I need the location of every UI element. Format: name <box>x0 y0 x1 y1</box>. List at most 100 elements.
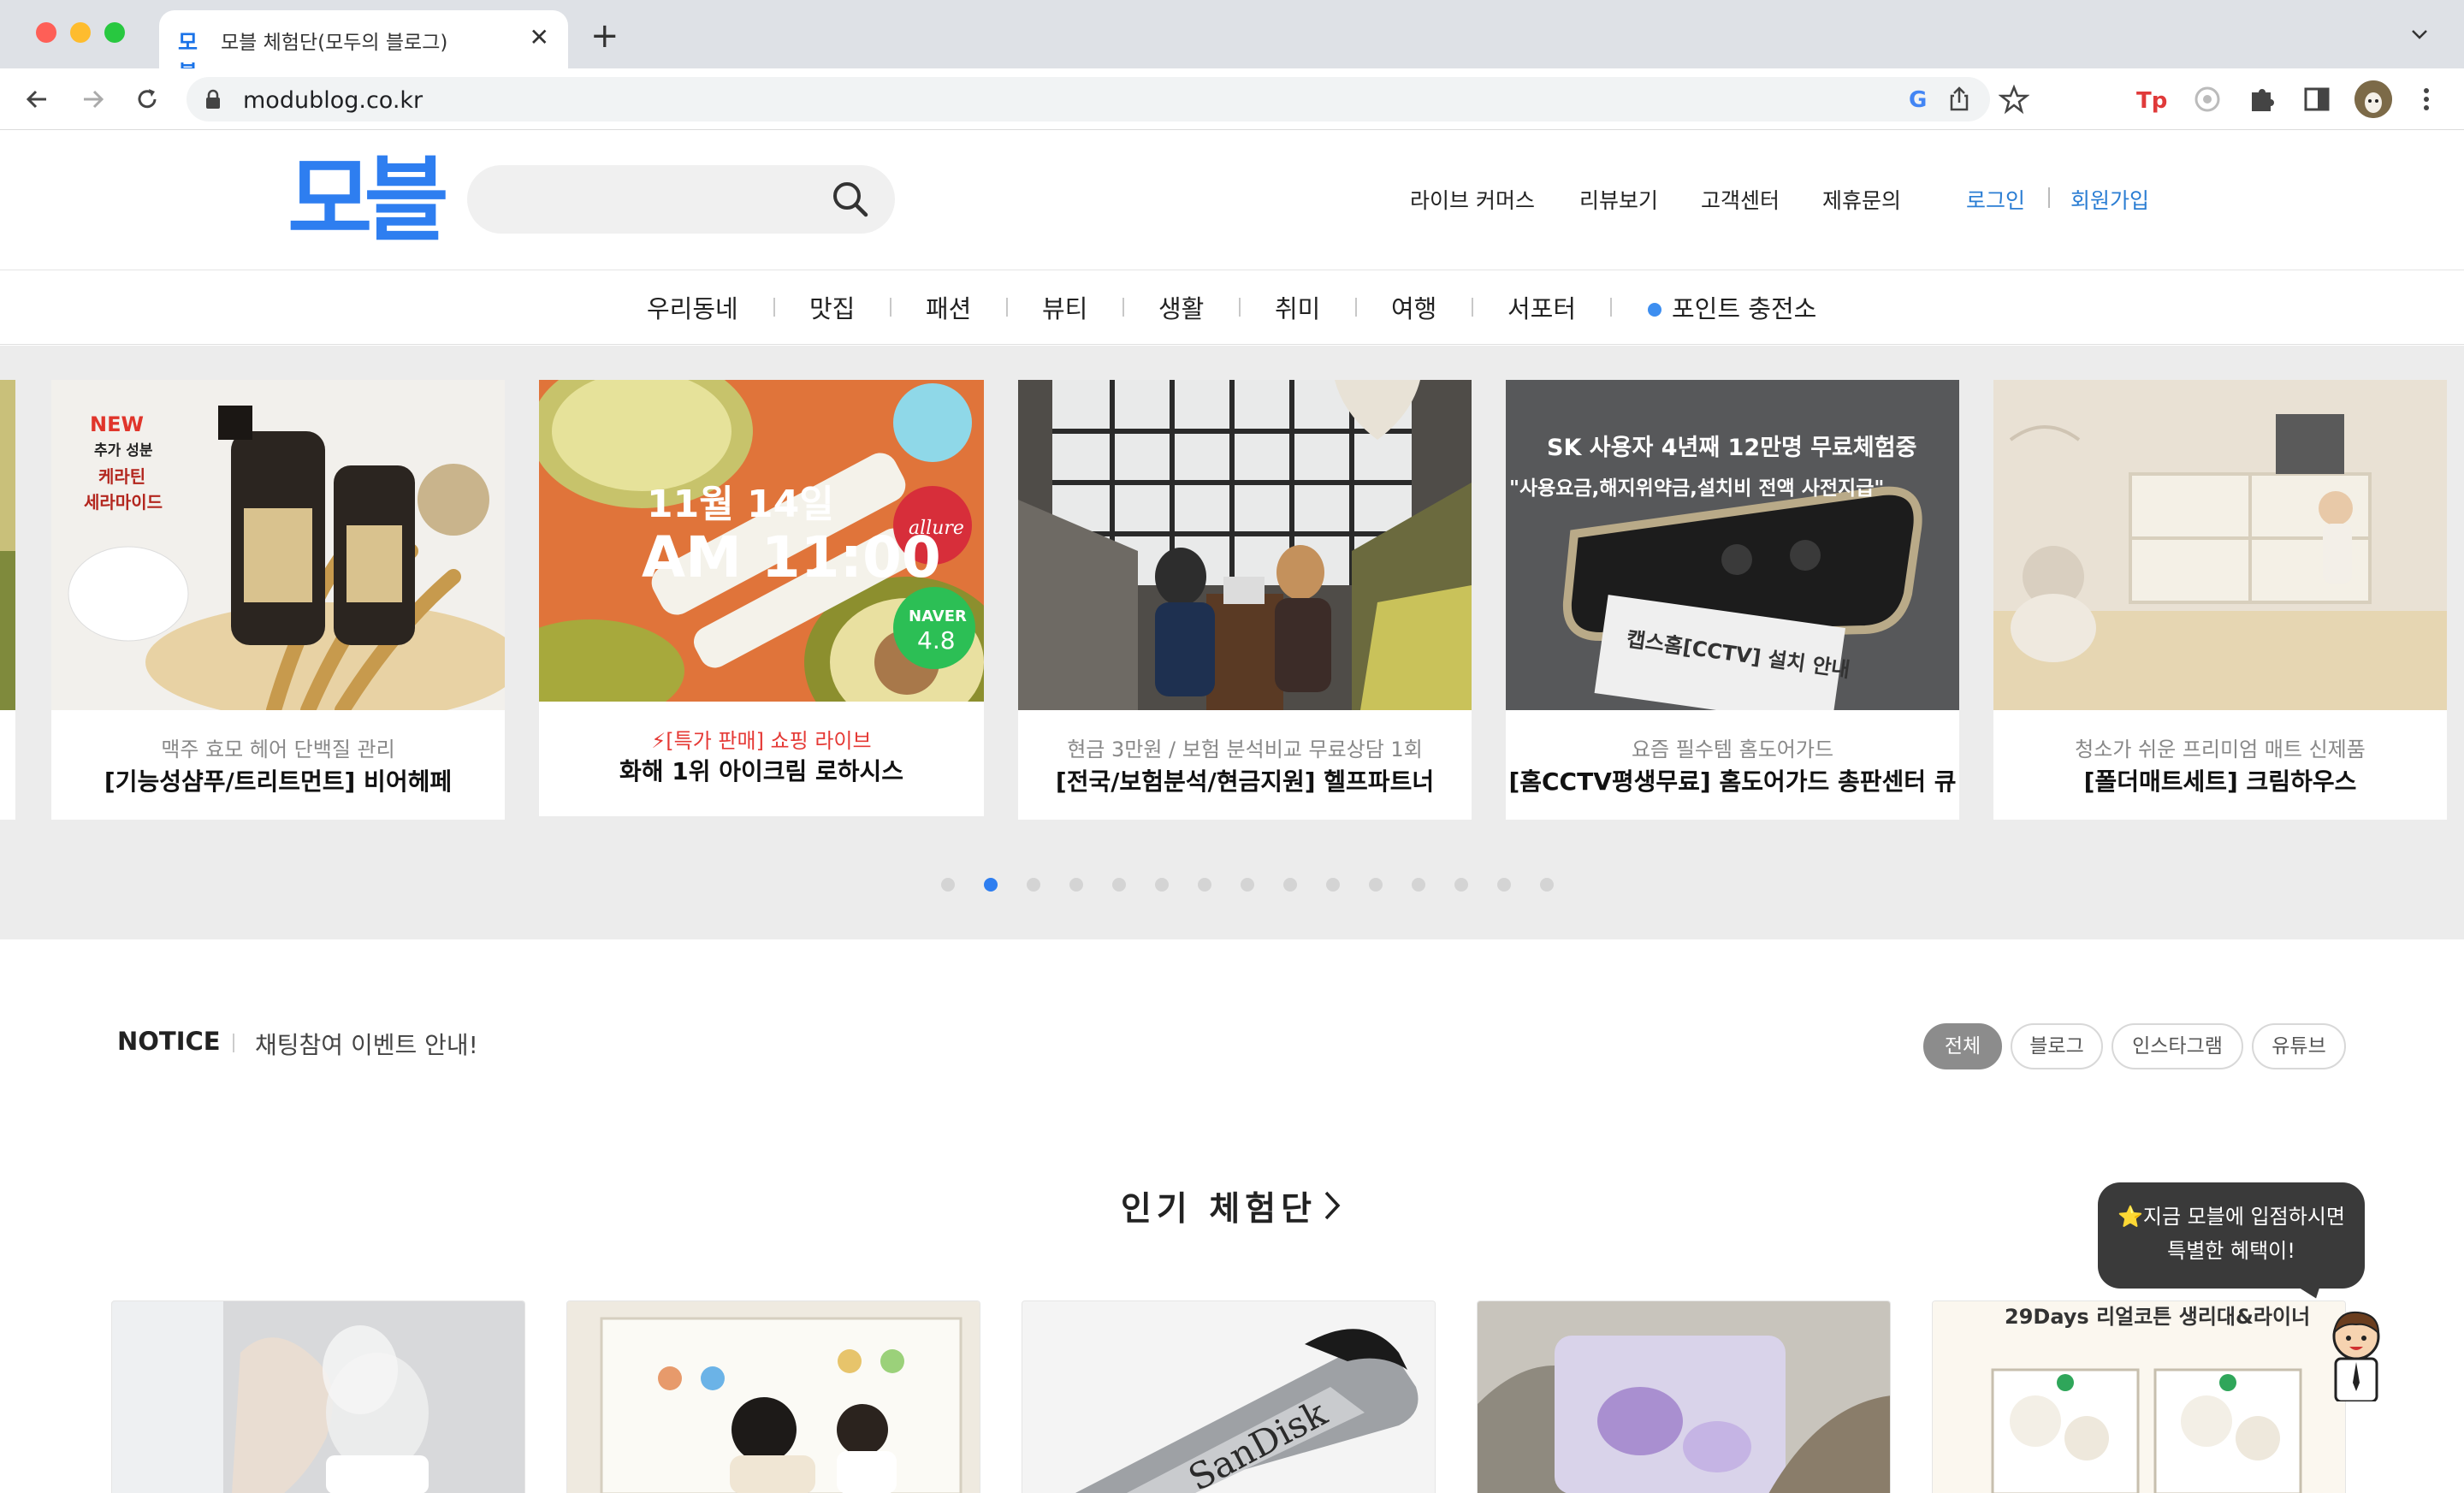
slider-dot[interactable] <box>1454 878 1468 892</box>
search-icon[interactable] <box>830 179 871 220</box>
reload-icon[interactable] <box>132 84 163 115</box>
tab-title: 모블 체험단(모두의 블로그) <box>221 32 448 54</box>
slider-dot[interactable] <box>1497 878 1511 892</box>
live-time: AM 11:00 <box>642 524 941 590</box>
slider-dot[interactable] <box>1369 878 1383 892</box>
nav-partnership[interactable]: 제휴문의 <box>1822 184 1901 215</box>
nav-customer-center[interactable]: 고객센터 <box>1701 184 1780 215</box>
notice-text[interactable]: 채팅참여 이벤트 안내! <box>255 1027 478 1061</box>
camera-extension-icon[interactable] <box>2190 82 2224 116</box>
slider-dot[interactable] <box>1069 878 1083 892</box>
popular-card[interactable]: SanDisk <box>1022 1300 1436 1493</box>
point-dot-icon <box>1648 303 1661 317</box>
nav-live-commerce[interactable]: 라이브 커머스 <box>1410 184 1535 215</box>
popular-card[interactable] <box>566 1300 980 1493</box>
site-header: 모블 라이브 커머스 리뷰보기 고객센터 제휴문의 로그인 회원가입 <box>0 131 2464 270</box>
slider-dot[interactable] <box>1198 878 1211 892</box>
popular-card[interactable] <box>1477 1300 1891 1493</box>
url-text: modublog.co.kr <box>243 87 424 114</box>
slider-card-image <box>1993 380 2447 710</box>
browser-menu-icon[interactable] <box>2418 82 2435 116</box>
profile-avatar[interactable] <box>2354 80 2392 118</box>
tp-extension-icon[interactable]: Tp <box>2134 82 2168 116</box>
category-nav: 우리동네 맛집 패션 뷰티 생활 취미 여행 서포터 포인트 충전소 <box>0 270 2464 345</box>
cctv-subheadline: "사용요금,해지위약금,설치비 전액 사전지급" <box>1509 477 1884 500</box>
slider-dot[interactable] <box>1412 878 1425 892</box>
address-bar[interactable]: modublog.co.kr G <box>187 77 2029 121</box>
slider-dot[interactable] <box>1112 878 1126 892</box>
favicon-icon: 모블 <box>178 30 198 86</box>
slider-dot[interactable] <box>984 878 998 892</box>
tab-close-icon[interactable]: ✕ <box>530 22 549 53</box>
slider-dot[interactable] <box>1241 878 1254 892</box>
filter-all[interactable]: 전체 <box>1923 1023 2002 1069</box>
window-minimize-button[interactable] <box>70 22 91 43</box>
mascot-character-icon[interactable] <box>2324 1306 2389 1401</box>
popular-section-title[interactable]: 인기 체험단 <box>1121 1182 1317 1230</box>
browser-tab-bar: 모블 모블 체험단(모두의 블로그) ✕ + <box>0 0 2464 86</box>
popular-card[interactable] <box>111 1300 525 1493</box>
share-icon[interactable] <box>1944 84 1975 115</box>
chevron-right-icon[interactable] <box>1323 1189 1342 1222</box>
tab-search-chevron-icon[interactable] <box>2409 24 2430 44</box>
login-link[interactable]: 로그인 <box>1966 184 2025 215</box>
promo-bubble[interactable]: ⭐지금 모블에 입점하시면 특별한 혜택이! <box>2098 1182 2365 1289</box>
category-living[interactable]: 생활 <box>1158 289 1204 325</box>
slider-dot[interactable] <box>941 878 955 892</box>
slider-card[interactable]: allure NAVER 4.8 11월 14일 AM 11:00 ⚡[특가 판… <box>539 380 984 816</box>
slider-card[interactable]: NEW 추가 성분 케라틴 세라마이드 맥주 효모 헤어 단백질 관리 [기능성… <box>51 380 505 820</box>
window-close-button[interactable] <box>36 22 56 43</box>
slider-dot[interactable] <box>1283 878 1297 892</box>
back-arrow-icon[interactable] <box>22 84 53 115</box>
nav-divider <box>2048 187 2050 208</box>
slider-dot[interactable] <box>1540 878 1554 892</box>
signup-link[interactable]: 회원가입 <box>2070 184 2149 215</box>
browser-tab[interactable]: 모블 모블 체험단(모두의 블로그) ✕ <box>159 10 568 86</box>
window-maximize-button[interactable] <box>104 22 125 43</box>
google-icon[interactable]: G <box>1901 84 1932 115</box>
popular-card[interactable]: 29Days 리얼코튼 생리대&라이너 <box>1932 1300 2346 1493</box>
popular-card-headline: 29Days 리얼코튼 생리대&라이너 <box>2005 1305 2310 1329</box>
slider-card-partial[interactable] <box>0 380 15 820</box>
slider-card-title: [기능성샴푸/트리트먼트] 비어헤페 <box>104 767 453 796</box>
slider-card-subtitle: 현금 3만원 / 보험 분석비교 무료상담 1회 <box>1067 738 1423 761</box>
notice-divider <box>233 1034 234 1052</box>
puzzle-extensions-icon[interactable] <box>2245 82 2279 116</box>
promo-line-1: ⭐지금 모블에 입점하시면 <box>2118 1205 2345 1229</box>
bookmark-star-icon[interactable] <box>1999 84 2029 115</box>
category-point-station[interactable]: 포인트 충전소 <box>1672 289 1816 325</box>
slider-card-image: SK 사용자 4년째 12만명 무료체험중 "사용요금,해지위약금,설치비 전액… <box>1506 380 1959 710</box>
forward-arrow-icon[interactable] <box>77 84 108 115</box>
slider-card-subtitle: 청소가 쉬운 프리미엄 매트 신제품 <box>2075 738 2366 761</box>
ceramide-text: 세라마이드 <box>84 492 163 512</box>
filter-youtube[interactable]: 유튜브 <box>2252 1023 2346 1069</box>
category-beauty[interactable]: 뷰티 <box>1042 289 1087 325</box>
site-logo[interactable]: 모블 <box>287 150 449 252</box>
category-travel[interactable]: 여행 <box>1391 289 1436 325</box>
category-supporter[interactable]: 서포터 <box>1507 289 1576 325</box>
side-panel-icon[interactable] <box>2300 82 2334 116</box>
slider-card-title: [폴더매트세트] 크림하우스 <box>2083 767 2357 796</box>
notice-label: NOTICE <box>117 1027 221 1056</box>
slider-card-title: [홈CCTV평생무료] 홈도어가드 총판센터 큐 <box>1508 767 1957 796</box>
popular-card-image <box>112 1301 524 1493</box>
slider-card[interactable]: 청소가 쉬운 프리미엄 매트 신제품 [폴더매트세트] 크림하우스 <box>1993 380 2447 820</box>
naver-badge: NAVER <box>909 607 967 625</box>
slider-dot[interactable] <box>1155 878 1169 892</box>
filter-blog[interactable]: 블로그 <box>2011 1023 2103 1069</box>
slider-dot[interactable] <box>1326 878 1340 892</box>
filter-instagram[interactable]: 인스타그램 <box>2112 1023 2243 1069</box>
svg-text:Tp: Tp <box>2136 88 2167 114</box>
slider-dot[interactable] <box>1027 878 1040 892</box>
category-restaurant[interactable]: 맛집 <box>809 289 855 325</box>
new-tab-icon[interactable]: + <box>590 17 619 55</box>
keratin-text: 케라틴 <box>98 466 145 487</box>
slider-card[interactable]: 현금 3만원 / 보험 분석비교 무료상담 1회 [전국/보험분석/현금지원] … <box>1018 380 1472 820</box>
category-neighborhood[interactable]: 우리동네 <box>647 289 738 325</box>
search-input[interactable] <box>467 165 895 234</box>
category-fashion[interactable]: 패션 <box>926 289 971 325</box>
popular-card-image <box>1478 1301 1890 1493</box>
nav-reviews[interactable]: 리뷰보기 <box>1579 184 1658 215</box>
category-hobby[interactable]: 취미 <box>1275 289 1320 325</box>
slider-card[interactable]: SK 사용자 4년째 12만명 무료체험중 "사용요금,해지위약금,설치비 전액… <box>1506 380 1959 820</box>
